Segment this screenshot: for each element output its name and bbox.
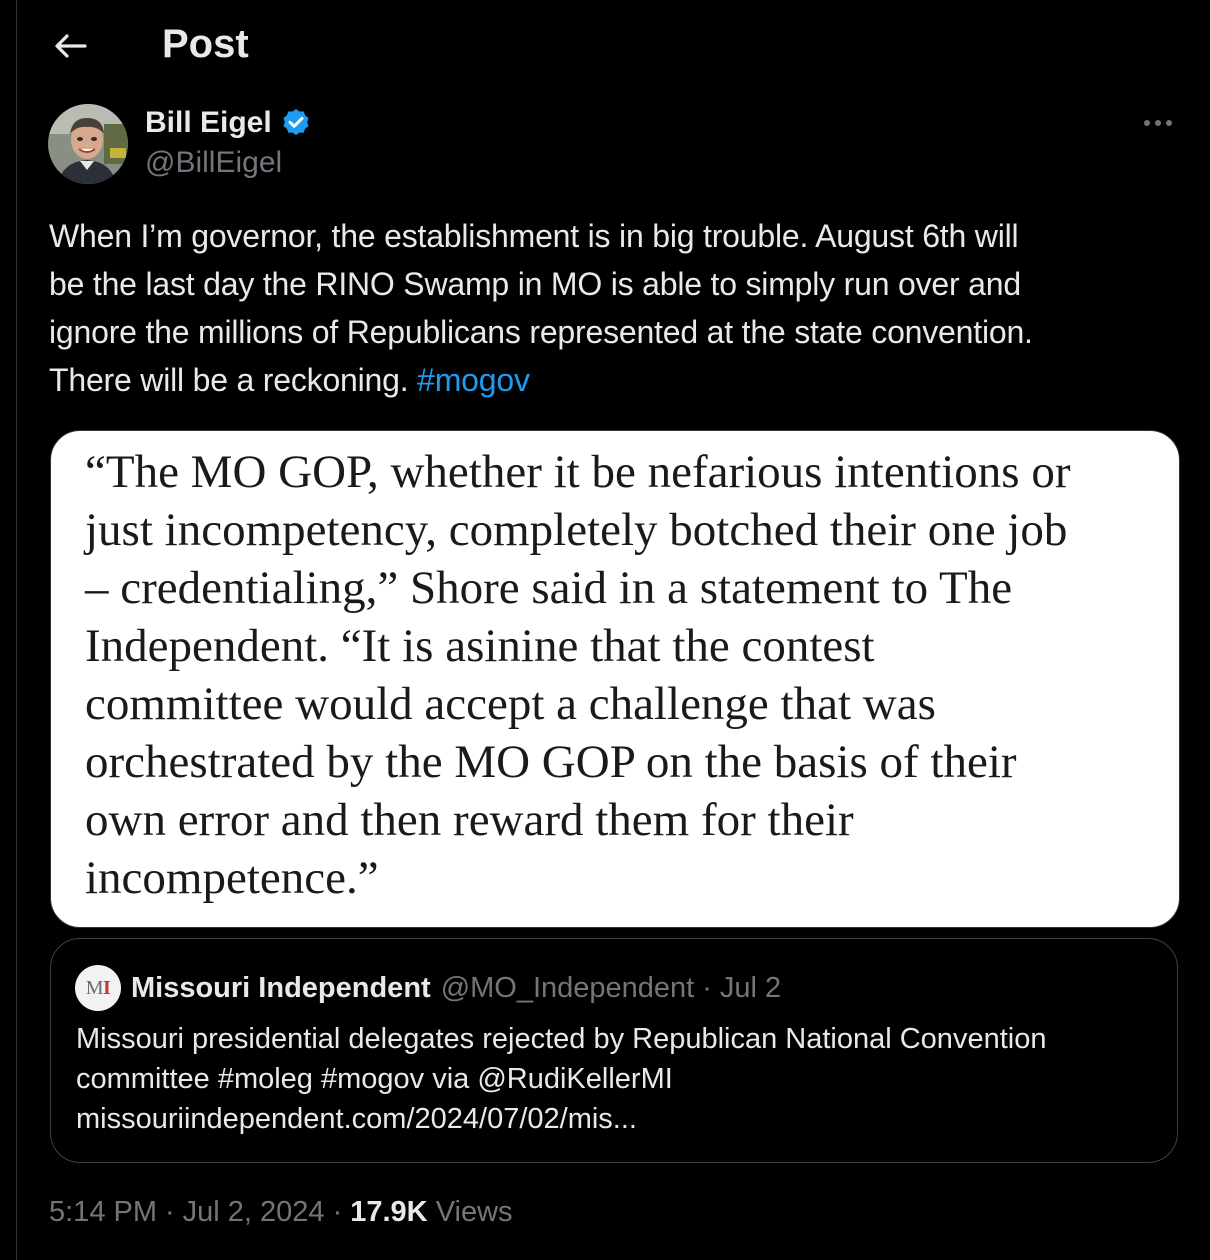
quoted-post-text: Missouri presidential delegates rejected… (76, 1019, 1156, 1139)
image-text-line: incompetence.” (85, 852, 379, 904)
image-text-line: committee would accept a challenge that … (85, 678, 936, 730)
separator: · (165, 1196, 175, 1228)
post-text-line-last: There will be a reckoning. #mogov (49, 356, 1169, 404)
image-text-line: Independent. “It is asinine that the con… (85, 620, 875, 672)
post-text-line: ignore the millions of Republicans repre… (49, 314, 1033, 350)
quoted-post-date[interactable]: Jul 2 (720, 972, 781, 1005)
quote-image-text: “The MO GOP, whether it be nefarious int… (85, 443, 1165, 907)
avatar[interactable] (48, 104, 128, 184)
post-meta: 5:14 PM · Jul 2, 2024 · 17.9K Views (49, 1196, 513, 1229)
post-text: When I’m governor, the establishment is … (49, 212, 1169, 404)
views-label: Views (435, 1196, 513, 1228)
quoted-text-line: missouriindependent.com/2024/07/02/mis..… (76, 1103, 637, 1135)
image-text-line: own error and then reward them for their (85, 794, 854, 846)
quoted-text-line: Missouri presidential delegates rejected… (76, 1023, 1047, 1055)
quoted-avatar-letter-i: I (103, 976, 111, 999)
more-icon (1144, 120, 1172, 126)
post-text-line-content: There will be a reckoning. (49, 362, 418, 398)
post-text-line: be the last day the RINO Swamp in MO is … (49, 266, 1021, 302)
quoted-author-name[interactable]: Missouri Independent (131, 972, 431, 1005)
image-text-line: – credentialing,” Shore said in a statem… (85, 562, 1013, 614)
verified-badge-icon (283, 109, 309, 136)
author-handle[interactable]: @BillEigel (145, 146, 282, 180)
timeline-border (16, 0, 17, 1260)
quoted-avatar-letter-m: M (85, 976, 104, 999)
post-text-line: When I’m governor, the establishment is … (49, 218, 1019, 254)
quoted-post[interactable]: MI Missouri Independent @MO_Independent … (50, 938, 1178, 1163)
separator: · (332, 1196, 343, 1228)
back-button[interactable] (50, 26, 90, 66)
post-date[interactable]: Jul 2, 2024 (183, 1196, 325, 1228)
post-header: Post (0, 0, 1210, 92)
image-text-line: just incompetency, completely botched th… (85, 504, 1068, 556)
hashtag-link[interactable]: #mogov (417, 362, 530, 398)
views-count: 17.9K (350, 1196, 428, 1228)
avatar-image (48, 104, 128, 184)
more-options-button[interactable] (1138, 108, 1178, 138)
quoted-text-line: committee #moleg #mogov via @RudiKellerM… (76, 1063, 673, 1095)
quoted-author-handle[interactable]: @MO_Independent (441, 972, 695, 1005)
image-text-line: “The MO GOP, whether it be nefarious int… (85, 446, 1071, 498)
post-time[interactable]: 5:14 PM (49, 1196, 157, 1228)
arrow-left-icon (55, 34, 87, 58)
page-title: Post (162, 22, 249, 66)
image-text-line: orchestrated by the MO GOP on the basis … (85, 736, 1017, 788)
post-image[interactable]: “The MO GOP, whether it be nefarious int… (50, 430, 1180, 928)
separator: · (702, 971, 712, 1004)
author-name-text: Bill Eigel (145, 106, 272, 139)
author-name[interactable]: Bill Eigel (145, 106, 312, 140)
quoted-avatar[interactable]: MI (75, 965, 121, 1011)
quoted-post-header: MI Missouri Independent @MO_Independent … (75, 965, 781, 1011)
post-author: Bill Eigel @BillEigel (48, 102, 1178, 186)
